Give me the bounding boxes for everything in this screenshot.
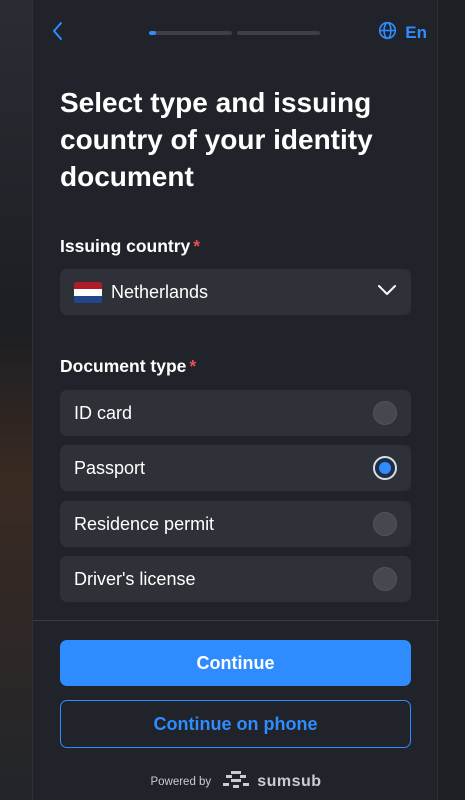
progress-segment (237, 31, 320, 35)
required-mark: * (189, 356, 197, 376)
netherlands-flag-icon (74, 281, 102, 303)
sumsub-logo-icon (221, 770, 251, 795)
doc-option-passport[interactable]: Passport (60, 445, 411, 491)
radio-button[interactable] (373, 567, 397, 591)
required-mark: * (193, 236, 201, 256)
document-type-label: Document type * (60, 356, 197, 376)
top-bar: En (33, 0, 439, 66)
doc-option-label: ID card (74, 402, 133, 423)
back-button[interactable] (45, 20, 69, 46)
country-select-value: Netherlands (111, 281, 209, 302)
globe-icon (378, 21, 397, 45)
chevron-left-icon (50, 20, 64, 47)
doc-option-residence-permit[interactable]: Residence permit (60, 501, 411, 547)
country-select[interactable]: Netherlands (60, 269, 411, 315)
doc-option-id-card[interactable]: ID card (60, 390, 411, 436)
doc-option-label: Residence permit (74, 513, 215, 534)
step-progress (149, 31, 320, 35)
powered-by-text: Powered by (150, 776, 212, 788)
radio-button[interactable] (373, 401, 397, 425)
progress-segment (149, 31, 232, 35)
continue-button[interactable]: Continue (60, 640, 411, 686)
doc-option-label: Passport (74, 457, 146, 478)
footer-divider (33, 620, 439, 621)
continue-on-phone-button[interactable]: Continue on phone (60, 700, 411, 748)
page-title: Select type and issuing country of your … (60, 87, 373, 192)
radio-button[interactable] (373, 512, 397, 536)
radio-button[interactable] (373, 456, 397, 480)
background-right-edge (437, 0, 465, 800)
brand-name: sumsub (257, 773, 322, 790)
verification-panel: En Select type and issuing country of yo… (32, 0, 439, 800)
chevron-down-icon (377, 283, 397, 301)
language-selector[interactable]: En (378, 21, 427, 45)
background-left-edge (0, 0, 34, 800)
powered-by: Powered by sumsub (33, 768, 439, 796)
issuing-country-label: Issuing country * (60, 236, 201, 256)
doc-option-label: Driver's license (74, 568, 196, 589)
sumsub-logo[interactable]: sumsub (221, 770, 321, 795)
doc-option-drivers-license[interactable]: Driver's license (60, 556, 411, 602)
language-label: En (405, 23, 427, 42)
